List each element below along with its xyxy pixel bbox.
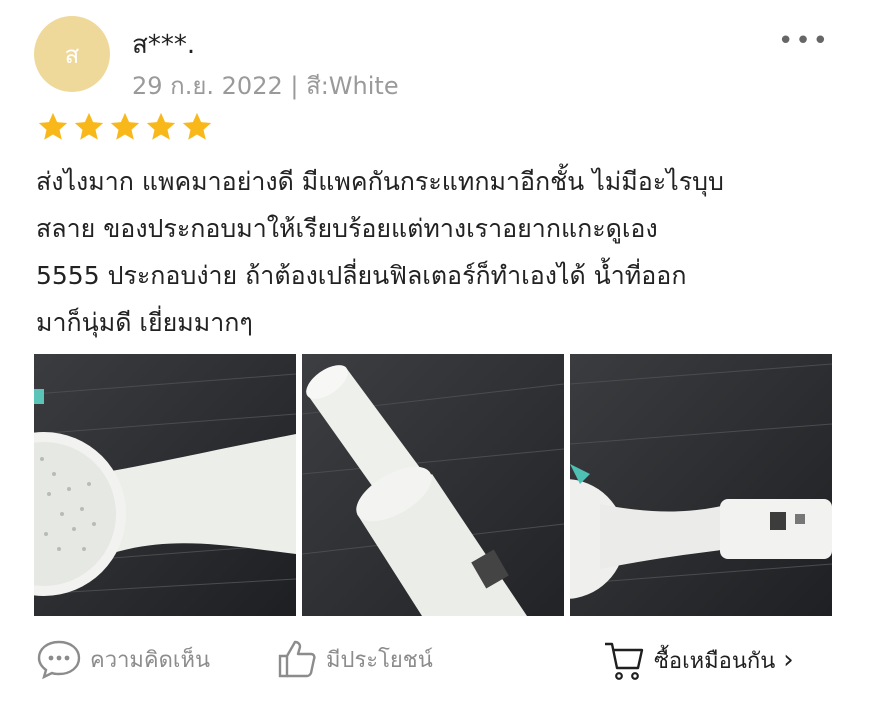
star-rating xyxy=(36,110,214,144)
buy-similar-label: ซื้อเหมือนกัน xyxy=(654,648,776,674)
review-photo-2[interactable] xyxy=(302,354,564,616)
review-text: ส่งไงมาก แพคมาอย่างดี มีแพคกันกระแทกมาอี… xyxy=(36,158,846,346)
chevron-right-icon: › xyxy=(783,645,794,675)
buy-similar-button[interactable]: ซื้อเหมือนกัน › xyxy=(602,638,794,682)
review-line: ส่งไงมาก แพคมาอย่างดี มีแพคกันกระแทกมาอี… xyxy=(36,167,724,196)
comment-button[interactable]: ความคิดเห็น xyxy=(36,638,210,680)
reviewer-username: ส***. xyxy=(132,30,196,60)
star-icon xyxy=(74,112,104,140)
avatar[interactable]: ส xyxy=(34,16,110,92)
review-line: 5555 ประกอบง่าย ถ้าต้องเปลี่ยนฟิลเตอร์ก็… xyxy=(36,261,687,290)
star-icon xyxy=(110,112,140,140)
review-photo-1[interactable] xyxy=(34,354,296,616)
review-line: มาก็นุ่มดี เยี่ยมมากๆ xyxy=(36,308,253,337)
review-actions: ความคิดเห็น มีประโยชน์ ซื้อเหมือนกัน › xyxy=(36,638,836,688)
star-icon xyxy=(182,112,212,140)
chat-bubble-icon xyxy=(37,640,81,680)
avatar-initial: ส xyxy=(64,40,80,69)
review-line: สลาย ของประกอบมาให้เรียบร้อยแต่ทางเราอยา… xyxy=(36,214,658,243)
thumbs-up-icon xyxy=(278,640,316,678)
helpful-label: มีประโยชน์ xyxy=(326,647,433,673)
review-photo-3[interactable] xyxy=(570,354,832,616)
star-icon xyxy=(146,112,176,140)
more-options-icon[interactable]: ••• xyxy=(778,26,830,56)
review-photos xyxy=(34,354,832,616)
star-icon xyxy=(38,112,68,140)
helpful-button[interactable]: มีประโยชน์ xyxy=(276,638,433,680)
comment-label: ความคิดเห็น xyxy=(90,647,210,673)
cart-icon xyxy=(605,642,644,680)
review-date-variant: 29 ก.ย. 2022 | สี:White xyxy=(132,72,399,100)
